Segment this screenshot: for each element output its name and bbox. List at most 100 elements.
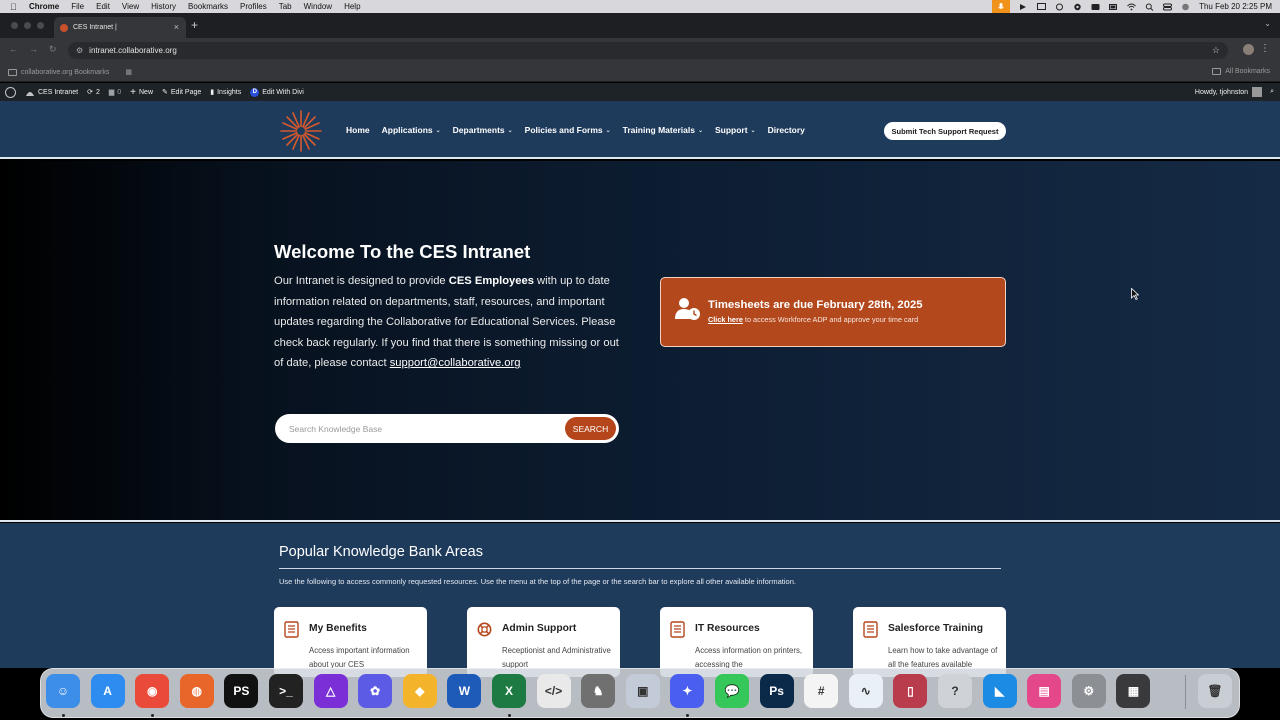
bluetooth-play-icon[interactable]	[1019, 3, 1028, 11]
settings-flower-icon[interactable]: ✿	[358, 674, 393, 708]
profile-avatar[interactable]	[1243, 44, 1254, 55]
wp-site-name[interactable]: CES Intranet	[25, 88, 78, 97]
wp-search-icon[interactable]: ⌕	[1270, 88, 1274, 96]
wp-howdy-account[interactable]: Howdy, tjohnston	[1195, 89, 1248, 96]
browser-tab[interactable]: CES Intranet | ×	[54, 17, 186, 38]
close-window-button[interactable]	[11, 22, 18, 29]
user-avatar[interactable]	[1252, 87, 1263, 97]
close-tab-icon[interactable]: ×	[174, 22, 179, 32]
slack-icon[interactable]: #	[804, 674, 839, 708]
code-editor-icon[interactable]: </>	[536, 674, 571, 708]
browser-menu-icon[interactable]: ⋮	[1260, 43, 1270, 54]
apps-grid-icon[interactable]: ▦	[125, 68, 132, 76]
menu-window[interactable]: Window	[304, 2, 332, 11]
firefox-icon[interactable]: ◍	[179, 674, 214, 708]
adp-click-here-link[interactable]: Click here	[708, 315, 743, 324]
all-bookmarks-button[interactable]: All Bookmarks	[1225, 68, 1270, 75]
comments-count: 0	[117, 88, 122, 96]
trash-icon[interactable]: 🗑	[1198, 674, 1232, 708]
wifi-icon[interactable]	[1127, 3, 1136, 11]
wp-updates[interactable]: ⟳ 2	[87, 88, 100, 97]
app-icon[interactable]: ◣	[982, 674, 1017, 708]
submit-tech-support-button[interactable]: Submit Tech Support Request	[884, 122, 1006, 140]
messages-icon[interactable]: 💬	[715, 674, 749, 708]
siri-icon[interactable]	[1181, 3, 1190, 11]
app-store-icon[interactable]: A	[90, 674, 125, 708]
back-arrow-icon[interactable]: ←	[9, 44, 18, 54]
tab-search-chevron-icon[interactable]: ⌄	[1264, 19, 1271, 28]
menu-help[interactable]: Help	[344, 2, 360, 11]
freeform-icon[interactable]: ∿	[848, 674, 883, 708]
photoshop-icon[interactable]: Ps	[759, 674, 794, 708]
menu-tab[interactable]: Tab	[279, 2, 292, 11]
gear-status-icon[interactable]	[1073, 3, 1082, 11]
nav-training-materials[interactable]: Training Materials ⌄	[623, 125, 703, 135]
search-button[interactable]: SEARCH	[565, 417, 616, 440]
finder-icon[interactable]: ☺	[46, 674, 80, 708]
nav-home[interactable]: Home	[346, 125, 370, 135]
help-icon[interactable]: ?	[938, 674, 972, 708]
nav-policies-label: Policies and Forms	[524, 125, 603, 135]
url-text[interactable]: intranet.collaborative.org	[89, 46, 177, 55]
terminal-icon[interactable]: >_	[269, 674, 303, 708]
spotlight-search-icon[interactable]	[1145, 3, 1154, 11]
wordpress-logo-icon[interactable]	[5, 86, 16, 98]
nav-departments[interactable]: Departments ⌄	[453, 125, 513, 135]
nav-directory[interactable]: Directory	[768, 125, 805, 135]
menu-bookmarks[interactable]: Bookmarks	[188, 2, 228, 11]
wp-comments[interactable]: ▆ 0	[109, 88, 122, 97]
nav-policies-forms[interactable]: Policies and Forms ⌄	[525, 125, 611, 135]
screen-sharing-icon[interactable]: ▯	[893, 674, 928, 708]
bookmark-folder-collaborative[interactable]: collaborative.org Bookmarks	[21, 69, 109, 76]
wp-insights[interactable]: ▮ Insights	[210, 88, 241, 97]
menu-file[interactable]: File	[71, 2, 84, 11]
messenger-icon[interactable]: ✦	[670, 674, 705, 708]
wp-edit-divi[interactable]: D Edit With Divi	[250, 87, 304, 97]
forward-arrow-icon[interactable]: →	[29, 44, 38, 54]
card-my-benefits[interactable]: My Benefits Access important information…	[274, 607, 427, 677]
control-center-icon[interactable]	[1163, 3, 1173, 11]
phpstorm-icon[interactable]: PS	[224, 674, 259, 708]
ces-sunburst-logo[interactable]	[279, 109, 323, 153]
nav-support[interactable]: Support ⌄	[715, 125, 756, 135]
menu-profiles[interactable]: Profiles	[240, 2, 267, 11]
cast-icon[interactable]	[1037, 2, 1047, 11]
excel-icon[interactable]: X	[492, 674, 526, 708]
card-salesforce-training[interactable]: Salesforce Training Learn how to take ad…	[853, 607, 1006, 677]
system-settings-icon[interactable]: ⚙	[1071, 674, 1106, 708]
new-tab-button[interactable]: +	[191, 18, 198, 32]
microphone-icon[interactable]	[992, 0, 1011, 13]
search-input[interactable]	[289, 421, 559, 436]
card-it-resources[interactable]: IT Resources Access information on print…	[660, 607, 813, 677]
vpn-icon[interactable]	[1091, 3, 1100, 11]
menubar-clock[interactable]: Thu Feb 20 2:25 PM	[1199, 2, 1272, 11]
word-icon[interactable]: W	[447, 674, 482, 708]
reload-icon[interactable]: ↻	[49, 44, 57, 55]
menu-edit[interactable]: Edit	[96, 2, 110, 11]
wp-new[interactable]: + New	[130, 87, 153, 98]
zoom-window-button[interactable]	[37, 22, 44, 29]
tableplus-icon[interactable]: ♞	[581, 674, 616, 708]
menu-history[interactable]: History	[151, 2, 176, 11]
affinity-icon[interactable]: △	[313, 674, 348, 708]
support-email-link[interactable]: support@collaborative.org	[390, 357, 521, 369]
bookmark-star-icon[interactable]: ☆	[1212, 45, 1220, 56]
menu-view[interactable]: View	[122, 2, 139, 11]
chrome-icon[interactable]: ◉	[135, 674, 170, 708]
preview-icon[interactable]: ▤	[1027, 674, 1062, 708]
battery-icon[interactable]	[1109, 3, 1118, 11]
card-admin-support[interactable]: Admin Support Receptionist and Administr…	[467, 607, 620, 677]
site-info-icon[interactable]: ⚙	[76, 46, 83, 55]
chevron-down-icon: ⌄	[750, 127, 756, 134]
apple-icon[interactable]: 	[10, 2, 20, 12]
wp-edit-page[interactable]: ✎ Edit Page	[162, 88, 201, 97]
calculator-icon[interactable]: ▦	[1116, 674, 1151, 708]
minimize-window-button[interactable]	[24, 22, 31, 29]
address-bar[interactable]: ⚙ intranet.collaborative.org ☆	[68, 42, 1228, 59]
menu-app-name[interactable]: Chrome	[29, 2, 59, 11]
sketch-icon[interactable]: ◆	[402, 674, 437, 708]
sync-icon[interactable]	[1055, 3, 1064, 11]
intro-text-1: Our Intranet is designed to provide	[274, 275, 449, 287]
virtualbox-icon[interactable]: ▣	[625, 674, 660, 708]
nav-applications[interactable]: Applications ⌄	[382, 125, 441, 135]
